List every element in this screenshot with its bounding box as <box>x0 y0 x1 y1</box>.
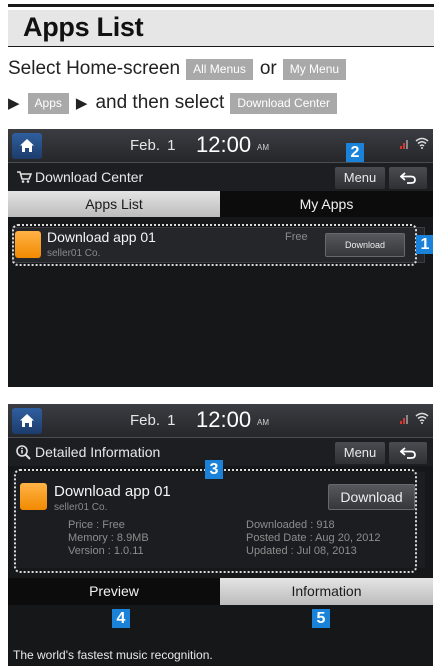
menu-button[interactable]: Menu <box>335 442 385 464</box>
status-date: Feb. 1 <box>130 412 176 429</box>
instruction-line-1: Select Home-screen All Menus or My Menu <box>8 58 353 80</box>
apps-list-screen: Feb. 1 12:00 AM Download Center Menu App… <box>8 129 433 387</box>
tab-apps-list[interactable]: Apps List <box>8 191 220 217</box>
wifi-icon <box>415 137 429 149</box>
home-button[interactable] <box>12 133 42 159</box>
arrow-icon: ▶ <box>8 95 20 112</box>
home-button[interactable] <box>12 408 42 434</box>
back-button[interactable] <box>389 442 427 464</box>
back-arrow-icon <box>400 172 416 184</box>
title-bar: Download Center Menu <box>8 163 433 191</box>
status-time: 12:00 <box>196 407 252 432</box>
callout-5: 5 <box>312 609 330 628</box>
instruction-line-2: ▶ Apps ▶ and then select Download Center <box>8 92 344 114</box>
menu-button[interactable]: Menu <box>335 167 385 189</box>
tab-information[interactable]: Information <box>220 578 433 605</box>
callout-4: 4 <box>112 609 130 628</box>
detailed-information-screen: Feb. 1 12:00 AM Detailed Information Men… <box>8 404 433 666</box>
page-title: Apps List <box>23 12 144 42</box>
my-menu-chip: My Menu <box>282 58 347 80</box>
callout-2: 2 <box>346 143 364 162</box>
all-menus-chip: All Menus <box>186 58 253 80</box>
app-description: The world's fastest music recognition. <box>13 648 213 662</box>
wifi-icon <box>415 412 429 424</box>
home-icon <box>20 414 34 427</box>
and-then-text: and then select <box>95 92 225 113</box>
status-ampm: AM <box>257 143 269 152</box>
signal-icon <box>400 140 408 149</box>
title-rule <box>8 46 434 47</box>
tab-preview[interactable]: Preview <box>8 578 220 605</box>
tab-my-apps[interactable]: My Apps <box>220 191 433 217</box>
info-search-icon <box>16 445 31 460</box>
status-ampm: AM <box>257 418 269 427</box>
download-center-chip: Download Center <box>230 92 338 114</box>
status-time: 12:00 <box>196 132 252 157</box>
instruction-text: Select Home-screen <box>8 58 181 79</box>
detailed-information-title: Detailed Information <box>35 444 161 460</box>
back-arrow-icon <box>400 447 416 459</box>
callout-highlight-1 <box>12 224 417 266</box>
download-center-title: Download Center <box>35 169 144 185</box>
back-button[interactable] <box>389 167 427 189</box>
status-bar: Feb. 1 12:00 AM <box>8 129 433 163</box>
arrow-icon: ▶ <box>75 95 88 112</box>
signal-icon <box>400 415 408 424</box>
cart-icon <box>17 171 32 183</box>
callout-highlight-3 <box>14 469 417 573</box>
callout-1: 1 <box>416 235 433 254</box>
status-bar: Feb. 1 12:00 AM <box>8 404 433 438</box>
callout-3: 3 <box>205 460 223 479</box>
home-icon <box>20 139 34 152</box>
apps-chip: Apps <box>27 92 69 114</box>
status-date: Feb. 1 <box>130 137 176 154</box>
top-rule <box>8 4 434 7</box>
or-text: or <box>259 58 277 79</box>
